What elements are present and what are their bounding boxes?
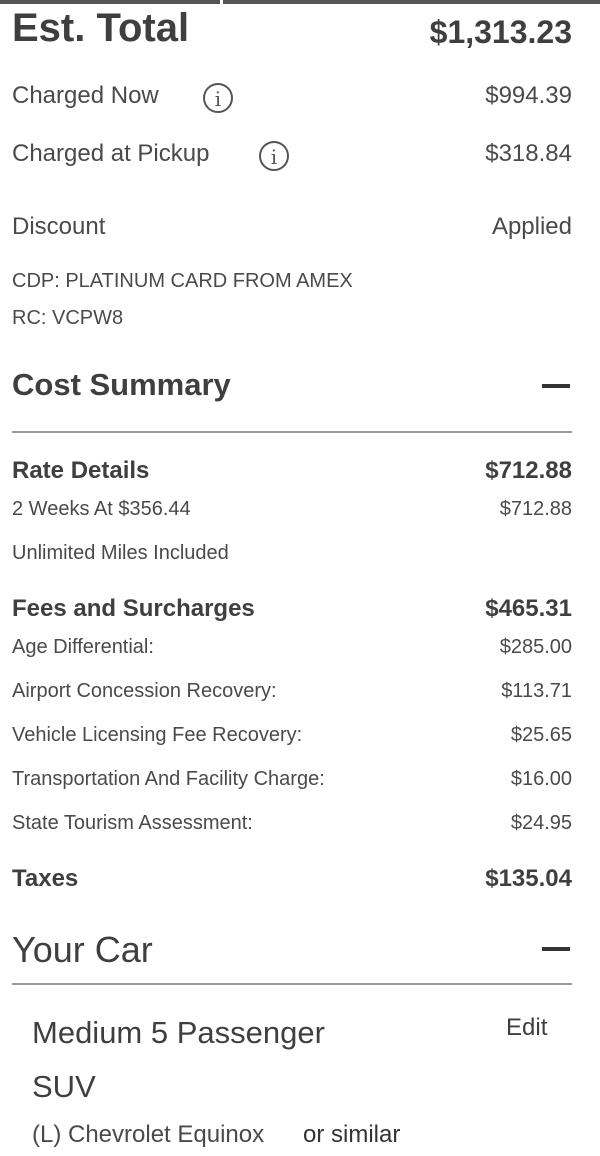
car-model: (L) Chevrolet Equinox <box>32 1121 265 1148</box>
edit-link[interactable]: Edit <box>506 1014 547 1042</box>
fee-item-value: $285.00 <box>499 636 572 658</box>
taxes-label: Taxes <box>12 865 79 892</box>
fee-item-label: Transportation And Facility Charge: <box>12 768 325 790</box>
unlimited-miles: Unlimited Miles Included <box>12 542 229 564</box>
cost-summary-title: Cost Summary <box>12 367 231 402</box>
fee-item-label: State Tourism Assessment: <box>12 812 253 834</box>
minus-icon[interactable] <box>542 947 570 951</box>
info-icon[interactable]: i <box>259 141 289 171</box>
taxes-total: $135.04 <box>485 865 572 892</box>
your-car-title: Your Car <box>12 929 153 970</box>
discount-label: Discount <box>12 213 106 240</box>
fee-item-label: Airport Concession Recovery: <box>12 680 277 702</box>
top-border <box>0 0 600 4</box>
or-similar: or similar <box>303 1121 401 1148</box>
rate-line-label: 2 Weeks At $356.44 <box>12 498 191 520</box>
charged-now-value: $994.39 <box>485 82 572 109</box>
fee-item-value: $113.71 <box>501 680 572 702</box>
fee-item-label: Vehicle Licensing Fee Recovery: <box>12 724 303 746</box>
fees-label: Fees and Surcharges <box>12 595 255 622</box>
charged-pickup-value: $318.84 <box>485 140 572 167</box>
discount-value: Applied <box>491 213 572 240</box>
charged-now-label: Charged Now <box>12 82 159 109</box>
fee-item-value: $24.95 <box>510 812 572 834</box>
est-total-value: $1,313.23 <box>429 14 572 50</box>
est-total-label: Est. Total <box>12 6 190 50</box>
your-car-divider <box>12 983 572 985</box>
fees-total: $465.31 <box>485 595 572 622</box>
cdp-line: CDP: PLATINUM CARD FROM AMEX <box>12 270 353 292</box>
rate-details-label: Rate Details <box>12 457 150 484</box>
rc-line: RC: VCPW8 <box>12 307 124 329</box>
car-class-line1: Medium 5 Passenger <box>32 1015 325 1050</box>
rate-details-total: $712.88 <box>485 457 572 484</box>
rate-line-value: $712.88 <box>499 498 572 520</box>
charged-pickup-label: Charged at Pickup <box>12 140 210 167</box>
info-icon[interactable]: i <box>203 83 233 113</box>
car-class-line2: SUV <box>32 1069 96 1104</box>
minus-icon[interactable] <box>542 384 570 388</box>
cost-summary-divider <box>12 431 572 433</box>
top-border-gap <box>220 0 223 4</box>
fee-item-value: $25.65 <box>510 724 572 746</box>
fee-item-value: $16.00 <box>510 768 572 790</box>
fee-item-label: Age Differential: <box>12 636 154 658</box>
